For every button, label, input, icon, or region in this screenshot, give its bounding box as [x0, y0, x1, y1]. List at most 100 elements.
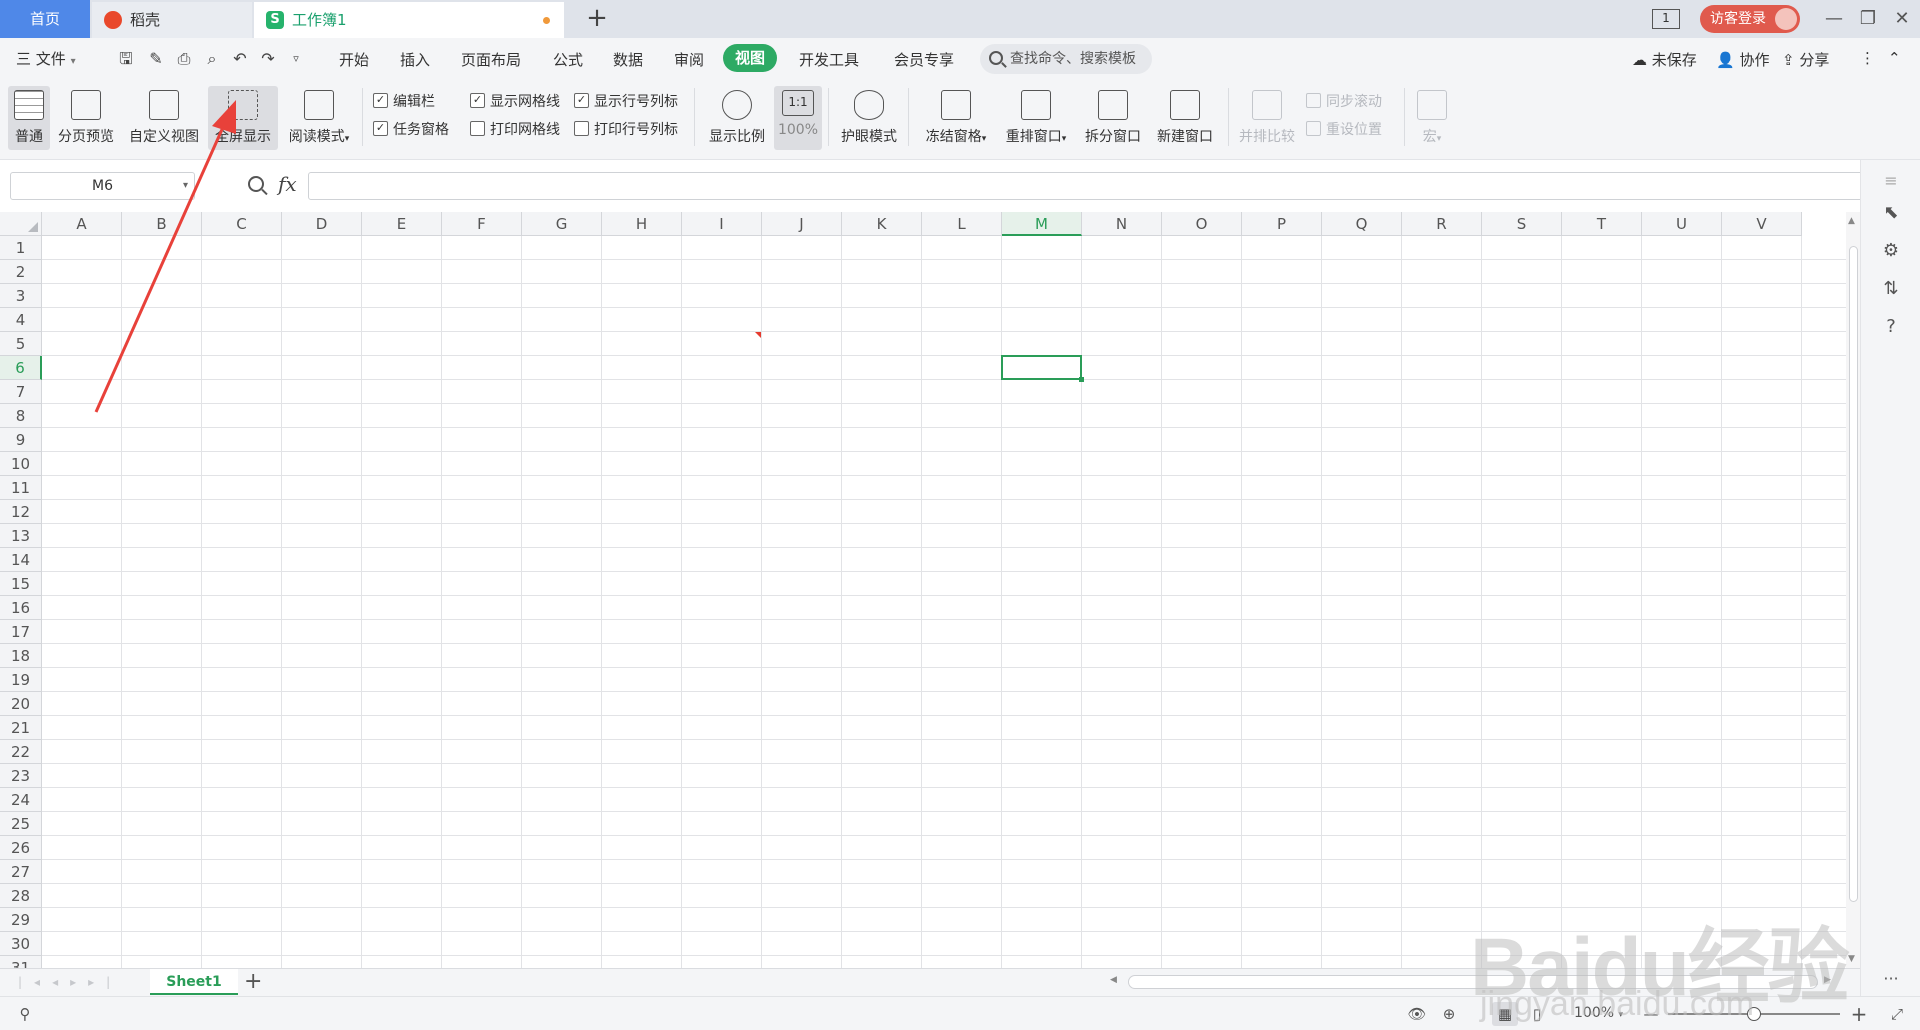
column-header-q[interactable]: Q	[1322, 212, 1402, 236]
new-window-button[interactable]: 新建窗口	[1150, 86, 1220, 150]
select-pointer-icon[interactable]: ⬉	[1880, 202, 1902, 224]
row-header-7[interactable]: 7	[0, 380, 42, 404]
menu-start[interactable]: 开始	[339, 49, 369, 70]
row-header-20[interactable]: 20	[0, 692, 42, 716]
menu-insert[interactable]: 插入	[400, 49, 430, 70]
window-count-icon[interactable]: 1	[1652, 9, 1680, 29]
select-all-corner[interactable]	[0, 212, 42, 236]
zoom-in-icon[interactable]: +	[1848, 1004, 1870, 1024]
row-header-22[interactable]: 22	[0, 740, 42, 764]
column-header-n[interactable]: N	[1082, 212, 1162, 236]
print-icon[interactable]: ⎙	[173, 48, 195, 70]
active-cell[interactable]	[1001, 355, 1084, 382]
column-header-f[interactable]: F	[442, 212, 522, 236]
print-preview-icon[interactable]: ⌕	[201, 48, 223, 70]
column-header-e[interactable]: E	[362, 212, 442, 236]
row-header-19[interactable]: 19	[0, 668, 42, 692]
drag-handle-icon[interactable]: ≡	[1880, 170, 1902, 192]
column-header-v[interactable]: V	[1722, 212, 1802, 236]
sync-scroll-button[interactable]: 同步滚动	[1306, 91, 1382, 111]
menu-formula[interactable]: 公式	[553, 49, 583, 70]
formula-input[interactable]	[308, 172, 1863, 200]
column-header-s[interactable]: S	[1482, 212, 1562, 236]
column-header-g[interactable]: G	[522, 212, 602, 236]
scroll-down-icon[interactable]: ▼	[1848, 954, 1855, 964]
row-header-11[interactable]: 11	[0, 476, 42, 500]
row-header-1[interactable]: 1	[0, 236, 42, 260]
tab-workbook[interactable]: S 工作簿1	[254, 2, 564, 38]
print-gridlines-checkbox[interactable]: 打印网格线	[470, 119, 560, 139]
column-header-u[interactable]: U	[1642, 212, 1722, 236]
macro-record-icon[interactable]: ⚲	[14, 1004, 36, 1024]
save-icon[interactable]: 🖫	[115, 48, 137, 70]
command-search-input[interactable]: 查找命令、搜索模板	[980, 44, 1152, 74]
restore-icon[interactable]: ❐	[1854, 6, 1882, 32]
row-header-12[interactable]: 12	[0, 500, 42, 524]
normal-view-button[interactable]: 普通	[8, 86, 50, 150]
row-header-5[interactable]: 5	[0, 332, 42, 356]
collaborate-button[interactable]: 👤 协作	[1716, 49, 1769, 70]
column-header-a[interactable]: A	[42, 212, 122, 236]
task-pane-checkbox[interactable]: ✓ 任务窗格	[373, 119, 449, 139]
menu-data[interactable]: 数据	[613, 49, 643, 70]
row-header-18[interactable]: 18	[0, 644, 42, 668]
collapse-ribbon-icon[interactable]: ⌃	[1888, 49, 1901, 67]
menu-developer[interactable]: 开发工具	[799, 49, 859, 70]
row-header-8[interactable]: 8	[0, 404, 42, 428]
column-header-h[interactable]: H	[602, 212, 682, 236]
menu-review[interactable]: 审阅	[674, 49, 704, 70]
vertical-scroll-thumb[interactable]	[1849, 246, 1858, 902]
reset-position-button[interactable]: 重设位置	[1306, 119, 1382, 139]
column-header-k[interactable]: K	[842, 212, 922, 236]
split-window-button[interactable]: 拆分窗口	[1078, 86, 1148, 150]
freeze-panes-button[interactable]: 冻结窗格▾	[918, 86, 994, 150]
column-header-b[interactable]: B	[122, 212, 202, 236]
unsaved-button[interactable]: ☁ 未保存	[1632, 49, 1697, 70]
column-header-m[interactable]: M	[1002, 212, 1082, 236]
fullscreen-button[interactable]: 全屏显示	[208, 86, 278, 150]
more-options-icon[interactable]: ⋮	[1860, 49, 1875, 67]
help-icon[interactable]: ?	[1880, 316, 1902, 338]
sort-icon[interactable]: ⇅	[1880, 278, 1902, 300]
redo-icon[interactable]: ↷	[257, 48, 279, 70]
property-settings-icon[interactable]: ⚙	[1880, 240, 1902, 262]
eye-icon[interactable]: 👁	[1406, 1004, 1428, 1024]
menu-member[interactable]: 会员专享	[894, 49, 954, 70]
row-header-24[interactable]: 24	[0, 788, 42, 812]
cell-area[interactable]	[42, 236, 1846, 968]
column-header-o[interactable]: O	[1162, 212, 1242, 236]
row-header-17[interactable]: 17	[0, 620, 42, 644]
vertical-scrollbar[interactable]: ▲ ▼	[1846, 212, 1860, 968]
menu-page-layout[interactable]: 页面布局	[461, 49, 521, 70]
new-tab-button[interactable]: +	[582, 4, 612, 34]
add-sheet-button[interactable]: +	[244, 970, 262, 994]
row-header-9[interactable]: 9	[0, 428, 42, 452]
menu-view[interactable]: 视图	[723, 44, 778, 72]
print-headers-checkbox[interactable]: 打印行号列标	[574, 119, 678, 139]
column-header-c[interactable]: C	[202, 212, 282, 236]
zoom-ratio-button[interactable]: 显示比例	[704, 86, 770, 150]
name-box[interactable]: M6 ▾	[10, 172, 195, 200]
tab-daoke[interactable]: 稻壳	[92, 2, 252, 38]
row-header-30[interactable]: 30	[0, 932, 42, 956]
row-header-16[interactable]: 16	[0, 596, 42, 620]
row-header-2[interactable]: 2	[0, 260, 42, 284]
scroll-left-icon[interactable]: ◀	[1110, 975, 1117, 985]
row-header-21[interactable]: 21	[0, 716, 42, 740]
column-header-j[interactable]: J	[762, 212, 842, 236]
row-header-26[interactable]: 26	[0, 836, 42, 860]
eye-protection-button[interactable]: 护眼模式	[836, 86, 902, 150]
row-header-4[interactable]: 4	[0, 308, 42, 332]
row-header-14[interactable]: 14	[0, 548, 42, 572]
row-header-28[interactable]: 28	[0, 884, 42, 908]
column-header-i[interactable]: I	[682, 212, 762, 236]
zoom-in-icon[interactable]	[248, 176, 264, 192]
edit-bar-checkbox[interactable]: ✓ 编辑栏	[373, 91, 435, 111]
minimize-icon[interactable]: —	[1820, 6, 1848, 32]
row-header-25[interactable]: 25	[0, 812, 42, 836]
row-header-31[interactable]: 31	[0, 956, 42, 968]
tab-home[interactable]: 首页	[0, 0, 90, 38]
file-menu[interactable]: 三 文件 ▾	[16, 48, 76, 69]
reading-mode-button[interactable]: 阅读模式▾	[282, 86, 356, 150]
format-painter-icon[interactable]: ✎	[145, 48, 167, 70]
